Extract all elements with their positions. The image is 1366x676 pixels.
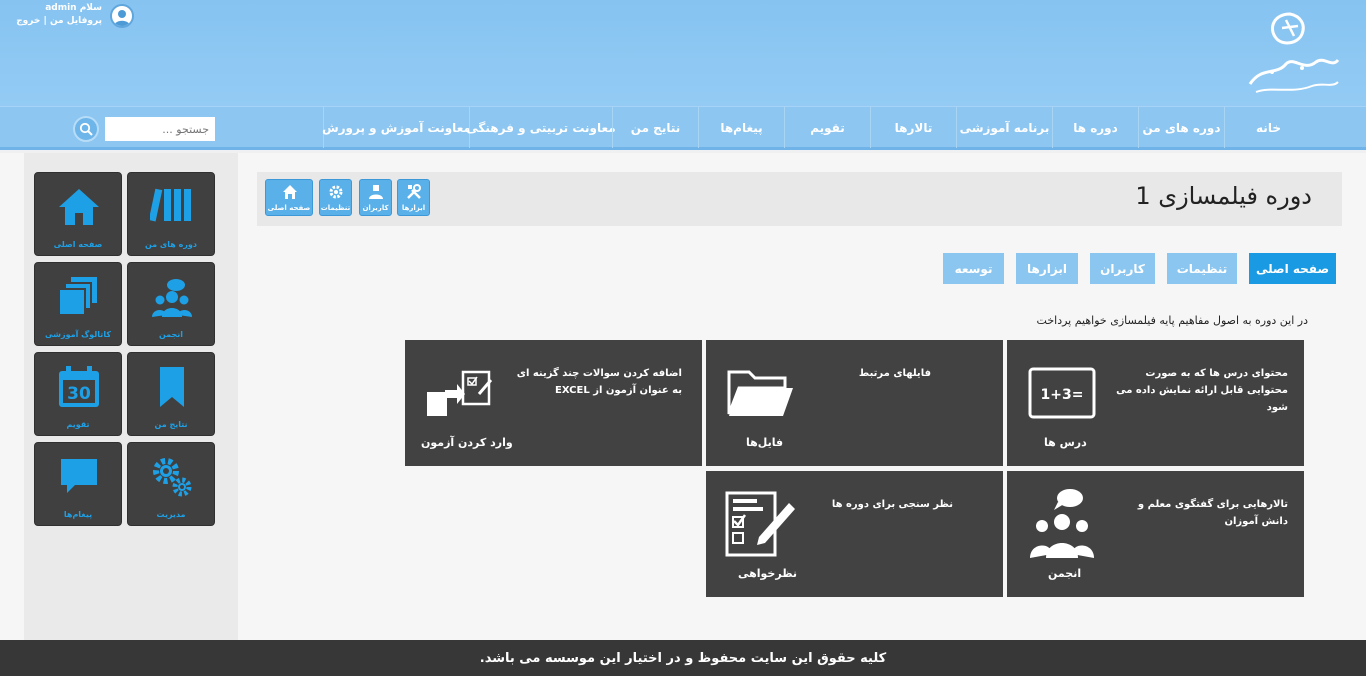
tile-label: نتایج من xyxy=(154,420,188,429)
nav-item-calendar[interactable]: تقویم xyxy=(784,107,870,148)
nav-items: خانه دوره های من دوره ها برنامه آموزشی ت… xyxy=(322,107,1312,148)
user-links: پروفایل من | خروج xyxy=(16,16,102,26)
tile-management[interactable]: مدیریت xyxy=(127,442,215,526)
separator: | xyxy=(43,16,47,26)
calendar-icon: 30 xyxy=(59,366,99,407)
nav-item-education-deputy[interactable]: معاونت آموزش و پرورش xyxy=(322,107,471,148)
course-title-bar: دوره فیلمسازی 1 ابزارها کاربران تنظیمات xyxy=(257,172,1342,226)
tile-label: صفحه اصلی xyxy=(53,240,103,249)
card-import-exam[interactable]: اضافه کردن سوالات چند گزینه ای به عنوان … xyxy=(405,340,702,466)
books-icon xyxy=(150,188,191,222)
tab-settings[interactable]: تنظیمات xyxy=(1167,253,1237,284)
mini-label: کاربران xyxy=(362,204,389,212)
mini-tools-button[interactable]: ابزارها xyxy=(397,179,430,216)
course-description: در این دوره به اصول مفاهیم پایه فیلمسازی… xyxy=(1036,314,1308,327)
sidebar: دوره های من صفحه اصلی انجمن کاتالوگ آموز… xyxy=(24,153,238,640)
user-greeting: سلام admin xyxy=(45,3,102,13)
card-files[interactable]: فایلهای مرتبط فایل‌ها xyxy=(706,340,1003,466)
nav-item-cultural-deputy[interactable]: معاونت تربیتی و فرهنگی xyxy=(466,107,616,148)
main-nav: خانه دوره های من دوره ها برنامه آموزشی ت… xyxy=(0,106,1366,150)
board-text: 1+3= xyxy=(1041,387,1084,403)
search-button[interactable] xyxy=(73,116,99,142)
tab-tools[interactable]: ابزارها xyxy=(1016,253,1078,284)
tile-label: دوره های من xyxy=(144,240,197,249)
user-icon xyxy=(369,185,383,199)
page-title: دوره فیلمسازی 1 xyxy=(1135,182,1312,210)
tab-home[interactable]: صفحه اصلی xyxy=(1249,253,1336,284)
tile-messages[interactable]: پیغام‌ها xyxy=(34,442,122,526)
card-text: نظر سنجی برای دوره ها xyxy=(831,499,953,510)
mini-home-button[interactable]: صفحه اصلی xyxy=(265,179,313,216)
mini-users-button[interactable]: کاربران xyxy=(359,179,392,216)
nav-item-forums[interactable]: تالارها xyxy=(870,107,956,148)
nav-item-my-results[interactable]: نتایج من xyxy=(612,107,698,148)
chat-icon xyxy=(61,459,97,493)
site-logo[interactable] xyxy=(1242,6,1342,100)
gears-icon xyxy=(153,458,192,497)
logo-emblem-icon xyxy=(1248,12,1340,93)
mini-label: صفحه اصلی xyxy=(267,204,311,212)
tab-extend[interactable]: توسعه xyxy=(943,253,1004,284)
home-icon xyxy=(283,185,297,199)
tab-users[interactable]: کاربران xyxy=(1090,253,1155,284)
gear-icon xyxy=(329,185,343,199)
forum-people-icon xyxy=(1030,489,1094,558)
mini-settings-button[interactable]: تنظیمات xyxy=(319,179,352,216)
card-lessons[interactable]: محتوای درس ها که به صورت محتوایی قابل ار… xyxy=(1007,340,1304,466)
survey-icon xyxy=(725,491,795,557)
nav-item-home[interactable]: خانه xyxy=(1224,107,1312,148)
mini-label: ابزارها xyxy=(401,204,426,212)
catalog-icon xyxy=(58,277,97,316)
logout-link[interactable]: خروج xyxy=(16,16,40,26)
card-forum[interactable]: تالارهایی برای گفتگوی معلم و دانش آموزان… xyxy=(1007,471,1304,597)
bookmark-icon xyxy=(160,367,184,407)
forum-icon xyxy=(152,279,192,317)
tile-my-courses[interactable]: دوره های من xyxy=(127,172,215,256)
card-label: انجمن xyxy=(1048,567,1082,580)
nav-item-curriculum[interactable]: برنامه آموزشی xyxy=(956,107,1052,148)
tile-home[interactable]: صفحه اصلی xyxy=(34,172,122,256)
tile-label: انجمن xyxy=(158,330,184,339)
lesson-board-icon: 1+3= xyxy=(1028,367,1096,419)
card-survey[interactable]: نظر سنجی برای دوره ها نظرخواهی xyxy=(706,471,1003,597)
tile-my-results[interactable]: نتایج من xyxy=(127,352,215,436)
main-content: دوره های من صفحه اصلی انجمن کاتالوگ آموز… xyxy=(0,153,1366,640)
tile-label: تقویم xyxy=(66,420,90,429)
card-text: محتوای درس ها که به صورت محتوایی قابل ار… xyxy=(1116,368,1288,413)
tile-label: پیغام‌ها xyxy=(63,510,93,519)
search-icon xyxy=(79,122,93,136)
tile-label: مدیریت xyxy=(156,510,186,519)
profile-link[interactable]: پروفایل من xyxy=(50,16,102,26)
card-text: تالارهایی برای گفتگوی معلم و دانش آموزان xyxy=(1137,499,1288,527)
card-label: فایل‌ها xyxy=(746,436,784,449)
nav-item-courses[interactable]: دوره ها xyxy=(1052,107,1138,148)
card-label: درس ها xyxy=(1044,436,1087,449)
user-box: سلام admin پروفایل من | خروج xyxy=(16,2,138,32)
tile-forum[interactable]: انجمن xyxy=(127,262,215,346)
card-text: اضافه کردن سوالات چند گزینه ای به عنوان … xyxy=(516,368,682,396)
card-label: وارد کردن آزمون xyxy=(421,436,513,449)
card-label: نظرخواهی xyxy=(738,567,798,580)
tile-label: کاتالوگ آموزشی xyxy=(45,330,111,339)
nav-item-messages[interactable]: پیغام‌ها xyxy=(698,107,784,148)
tile-calendar[interactable]: 30 تقویم xyxy=(34,352,122,436)
avatar[interactable] xyxy=(110,4,134,28)
site-header: سلام admin پروفایل من | خروج xyxy=(0,0,1366,106)
footer-text: کلیه حقوق این سایت محفوظ و در اختیار این… xyxy=(479,650,887,666)
mini-label: تنظیمات xyxy=(320,204,351,212)
home-icon xyxy=(59,189,99,225)
avatar-icon xyxy=(114,10,130,26)
site-footer: کلیه حقوق این سایت محفوظ و در اختیار این… xyxy=(0,640,1366,676)
search-input[interactable] xyxy=(105,117,215,141)
calendar-day: 30 xyxy=(67,384,91,404)
tile-catalog[interactable]: کاتالوگ آموزشی xyxy=(34,262,122,346)
nav-item-my-courses[interactable]: دوره های من xyxy=(1138,107,1224,148)
folder-icon xyxy=(727,370,793,416)
import-exam-icon xyxy=(427,370,493,416)
tools-icon xyxy=(407,184,421,199)
